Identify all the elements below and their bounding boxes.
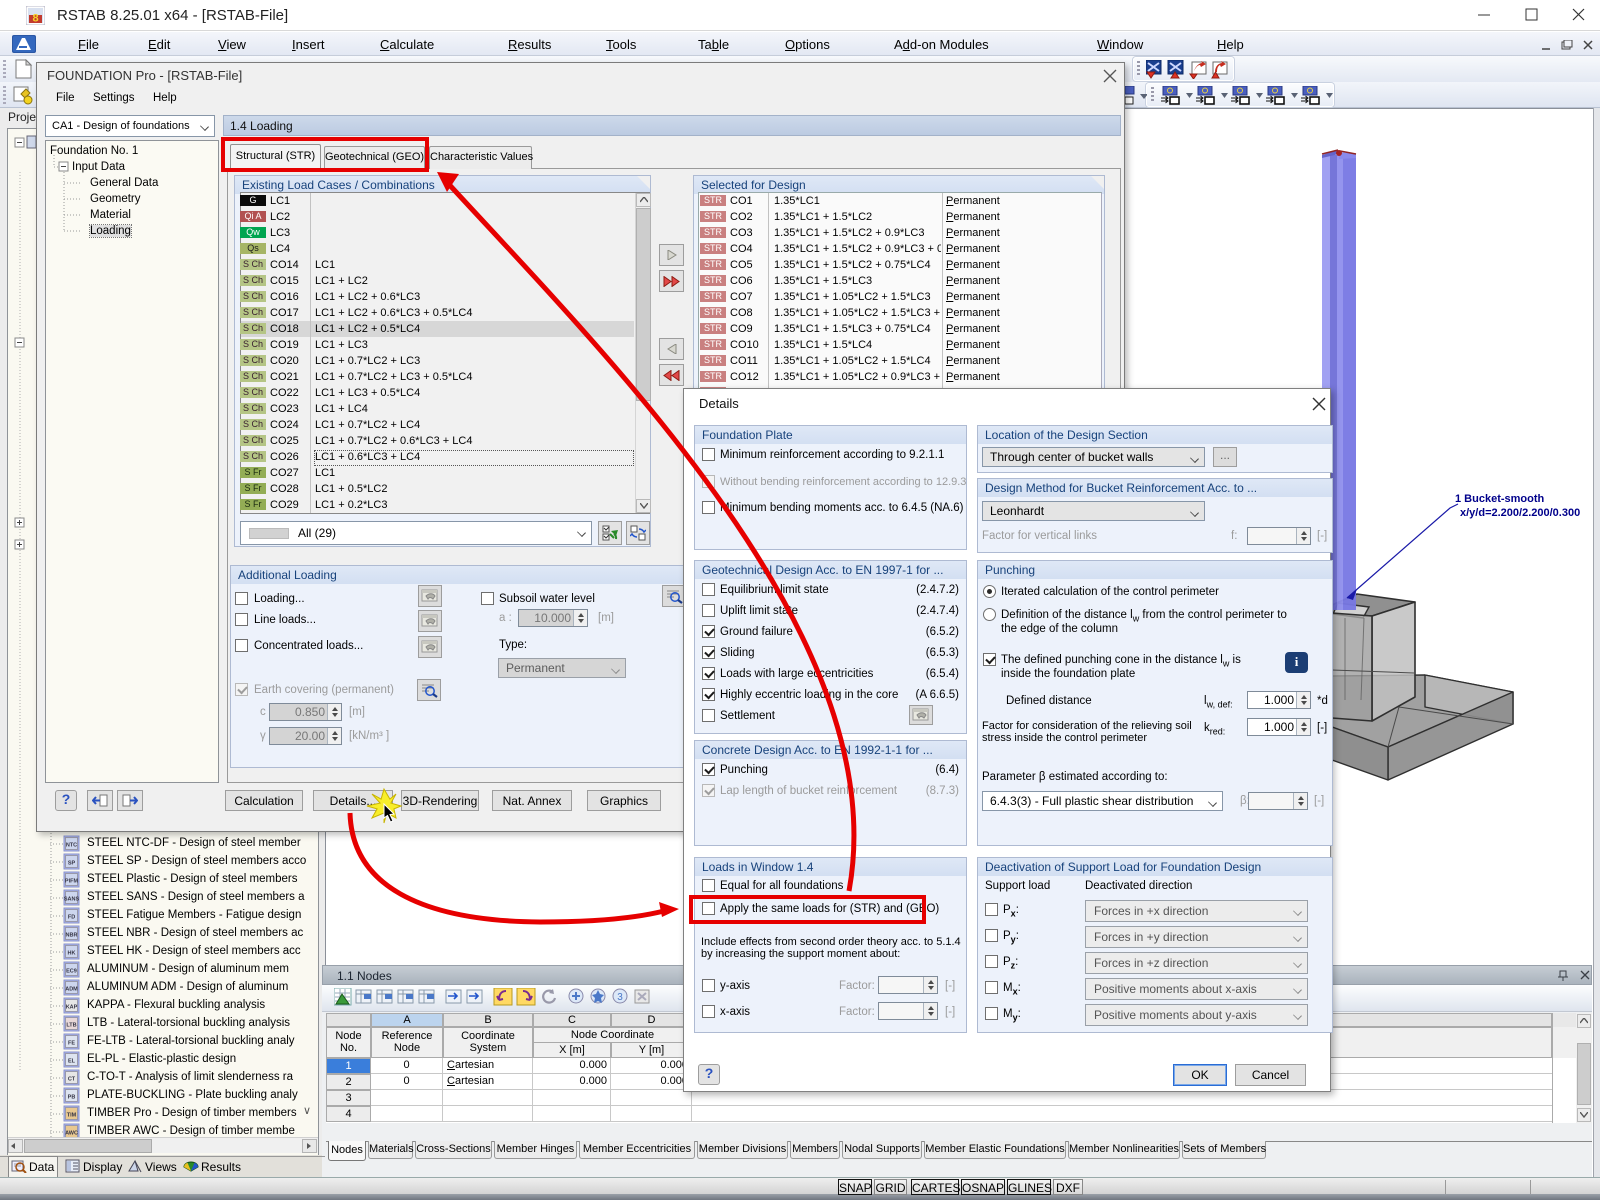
svg-text:NBR: NBR (66, 933, 78, 939)
svg-text:CT: CT (68, 1077, 76, 1083)
svg-text:HK: HK (68, 951, 76, 957)
svg-text:8: 8 (32, 13, 38, 25)
svg-text:EC9: EC9 (66, 969, 77, 975)
svg-text:LTB: LTB (66, 1023, 76, 1029)
svg-text:EL: EL (68, 1059, 76, 1065)
svg-text:PlFM: PlFM (65, 879, 79, 885)
svg-text:TIM: TIM (67, 1113, 77, 1119)
svg-text:FD: FD (68, 915, 75, 921)
svg-text:SP: SP (68, 861, 76, 867)
svg-text:PB: PB (68, 1095, 76, 1101)
svg-text:SANS: SANS (64, 897, 80, 903)
svg-text:ADM: ADM (65, 987, 78, 993)
svg-text:1 Bucket-smooth: 1 Bucket-smooth (1455, 493, 1545, 505)
svg-text:x/y/d=2.200/2.200/0.300: x/y/d=2.200/2.200/0.300 (1460, 507, 1580, 519)
svg-text:NTC: NTC (66, 843, 77, 849)
svg-text:FE: FE (68, 1041, 75, 1047)
svg-text:KAP: KAP (66, 1005, 78, 1011)
svg-text:3: 3 (617, 992, 623, 1003)
svg-text:AWC: AWC (65, 1131, 78, 1137)
